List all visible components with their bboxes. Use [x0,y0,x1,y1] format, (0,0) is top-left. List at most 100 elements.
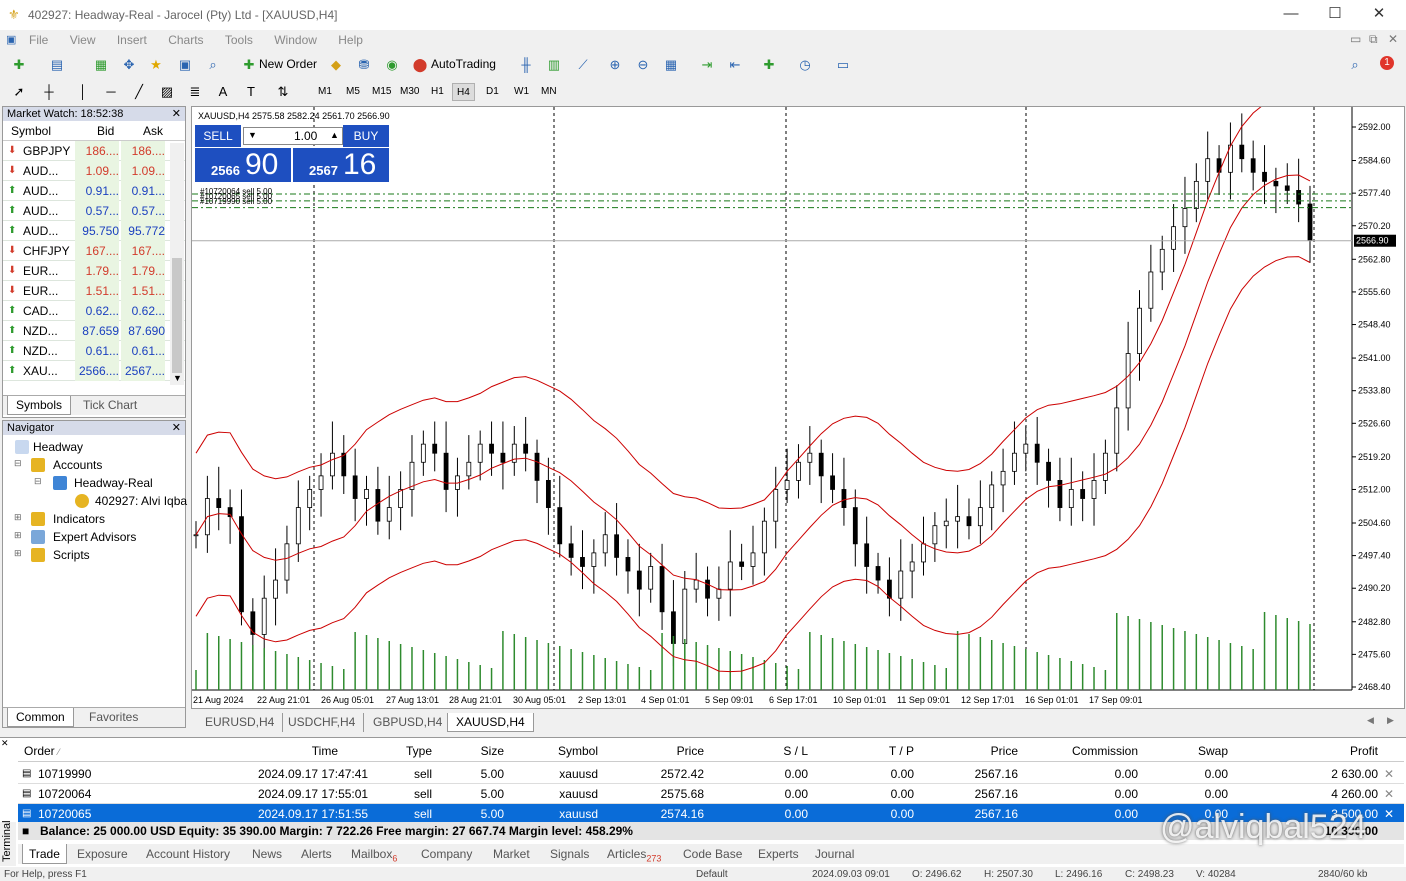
terminal-icon[interactable]: ▣ [176,56,194,74]
tf-h4[interactable]: H4 [452,83,475,101]
market-watch-scrollbar[interactable]: ▼ [170,143,184,385]
terminal-close-icon[interactable]: ✕ [1,738,9,749]
autotrading-icon[interactable]: ⬤ [411,56,429,74]
server-collapse-icon[interactable]: ⊟ [34,476,42,487]
tf-h1[interactable]: H1 [427,83,448,101]
market-watch-row[interactable]: ⬆ NZD... 0.61... 0.61... [3,341,185,361]
market-watch-row[interactable]: ⬆ NZD... 87.659 87.690 [3,321,185,341]
navigator-close-icon[interactable]: ✕ [172,421,181,435]
nav-accounts[interactable]: Accounts [53,458,102,472]
buy-button[interactable]: BUY [343,125,389,147]
cursor-icon[interactable]: ➚ [10,83,28,101]
col-commission[interactable]: Commission [1038,740,1138,762]
col-symbol[interactable]: Symbol [11,121,51,141]
nav-scripts[interactable]: Scripts [53,548,90,562]
vertical-line-icon[interactable]: │ [74,83,92,101]
scrollbar-thumb[interactable] [172,258,182,373]
tab-common[interactable]: Common [7,708,74,727]
buy-price-box[interactable]: 2567 16 [293,148,389,182]
tf-m5[interactable]: M5 [342,83,364,101]
tab-journal[interactable]: Journal [809,844,860,864]
col-tp[interactable]: T / P [828,740,914,762]
col-bid[interactable]: Bid [97,121,114,141]
child-minimize-icon[interactable]: ▭ [1350,32,1361,46]
tf-w1[interactable]: W1 [510,83,533,101]
data-window-icon[interactable]: ✥ [120,56,138,74]
arrows-icon[interactable]: ⇅ [274,83,292,101]
new-chart-icon[interactable]: ✚ [10,56,28,74]
tf-d1[interactable]: D1 [482,83,503,101]
close-order-icon[interactable]: ✕ [1384,784,1394,804]
market-watch-row[interactable]: ⬆ CAD... 0.62... 0.62... [3,301,185,321]
tab-mailbox[interactable]: Mailbox6 [345,844,403,864]
market-watch-row[interactable]: ⬆ AUD... 0.57... 0.57... [3,201,185,221]
line-chart-icon[interactable]: ⟋ [574,56,592,74]
tab-experts[interactable]: Experts [752,844,805,864]
tab-company[interactable]: Company [415,844,478,864]
col-size[interactable]: Size [448,740,504,762]
col-order[interactable]: Order ⁄ [24,740,60,762]
market-icon[interactable]: ⛃ [355,56,373,74]
tab-exposure[interactable]: Exposure [71,844,134,864]
horizontal-line-icon[interactable]: ─ [102,83,120,101]
chart-window[interactable]: 2592.00 2584.60 2577.40 2570.20 2562.80 2555.… [191,106,1405,709]
new-order-icon[interactable]: ✚ [240,56,258,74]
lot-decrease-icon[interactable]: ▼ [248,130,257,140]
child-close-icon[interactable]: ✕ [1388,32,1398,46]
market-watch-row[interactable]: ⬇ GBPJPY 186.... 186.... [3,141,185,161]
market-watch-row[interactable]: ⬆ XAU... 2566.... 2567.... [3,361,185,381]
col-swap[interactable]: Swap [1148,740,1228,762]
notifications-icon[interactable]: 1 [1374,55,1396,75]
tab-news[interactable]: News [246,844,288,864]
text-label-icon[interactable]: T [242,83,260,101]
trade-row[interactable]: ▤ 10720064 2024.09.17 17:55:01 sell 5.00 xauu… [18,784,1404,804]
bar-chart-icon[interactable]: ╫ [517,56,535,74]
tab-favorites[interactable]: Favorites [81,708,146,727]
tf-mn[interactable]: MN [537,83,561,101]
indicators-icon[interactable]: ✚ [760,56,778,74]
navigator-icon[interactable]: ★ [147,56,165,74]
tf-m30[interactable]: M30 [396,83,423,101]
tab-symbols[interactable]: Symbols [7,396,72,415]
tabs-scroll-right-icon[interactable]: ▶ [1387,715,1394,726]
menu-file[interactable]: File [20,30,57,50]
text-icon[interactable]: A [214,83,232,101]
minimize-button[interactable]: — [1268,0,1314,30]
experts-expand-icon[interactable]: ⊞ [14,530,22,541]
col-current-price[interactable]: Price [928,740,1018,762]
nav-indicators[interactable]: Indicators [53,512,105,526]
tab-trade[interactable]: Trade [22,844,67,864]
market-watch-close-icon[interactable]: ✕ [172,107,181,121]
tile-windows-icon[interactable]: ▦ [662,56,680,74]
tab-account-history[interactable]: Account History [140,844,236,864]
child-restore-icon[interactable]: ⧉ [1369,32,1378,47]
sell-button[interactable]: SELL [195,125,241,147]
chart-tab-xauusd[interactable]: XAUUSD,H4 [447,713,534,732]
nav-headway[interactable]: Headway [33,440,83,454]
search-icon[interactable]: ⌕ [1346,56,1364,74]
tab-tick-chart[interactable]: Tick Chart [75,396,145,415]
menu-insert[interactable]: Insert [108,30,156,50]
scripts-expand-icon[interactable]: ⊞ [14,548,22,559]
col-time[interactable]: Time [258,740,338,762]
profiles-icon[interactable]: ▤ [48,56,66,74]
periods-icon[interactable]: ◷ [796,56,814,74]
market-watch-row[interactable]: ⬇ CHFJPY 167.... 167.... [3,241,185,261]
menu-help[interactable]: Help [329,30,372,50]
trade-row[interactable]: ▤ 10719990 2024.09.17 17:47:41 sell 5.00 xauu… [18,764,1404,784]
tf-m1[interactable]: M1 [314,83,336,101]
autotrading-button[interactable]: AutoTrading [431,57,496,71]
new-order-button[interactable]: New Order [259,57,317,71]
zoom-in-icon[interactable]: ⊕ [606,56,624,74]
market-watch-row[interactable]: ⬇ EUR... 1.51... 1.51... [3,281,185,301]
col-profit[interactable]: Profit [1278,740,1378,762]
tf-m15[interactable]: M15 [368,83,395,101]
col-price[interactable]: Price [618,740,704,762]
scroll-down-icon[interactable]: ▼ [173,373,182,383]
close-order-icon[interactable]: ✕ [1384,804,1394,824]
autoscroll-icon[interactable]: ⇥ [698,56,716,74]
chart-tab-usdchf[interactable]: USDCHF,H4 [280,713,365,732]
close-button[interactable]: ✕ [1356,0,1402,30]
col-symbol[interactable]: Symbol [518,740,598,762]
lot-input[interactable]: ▼ 1.00 ▲ [243,127,343,145]
